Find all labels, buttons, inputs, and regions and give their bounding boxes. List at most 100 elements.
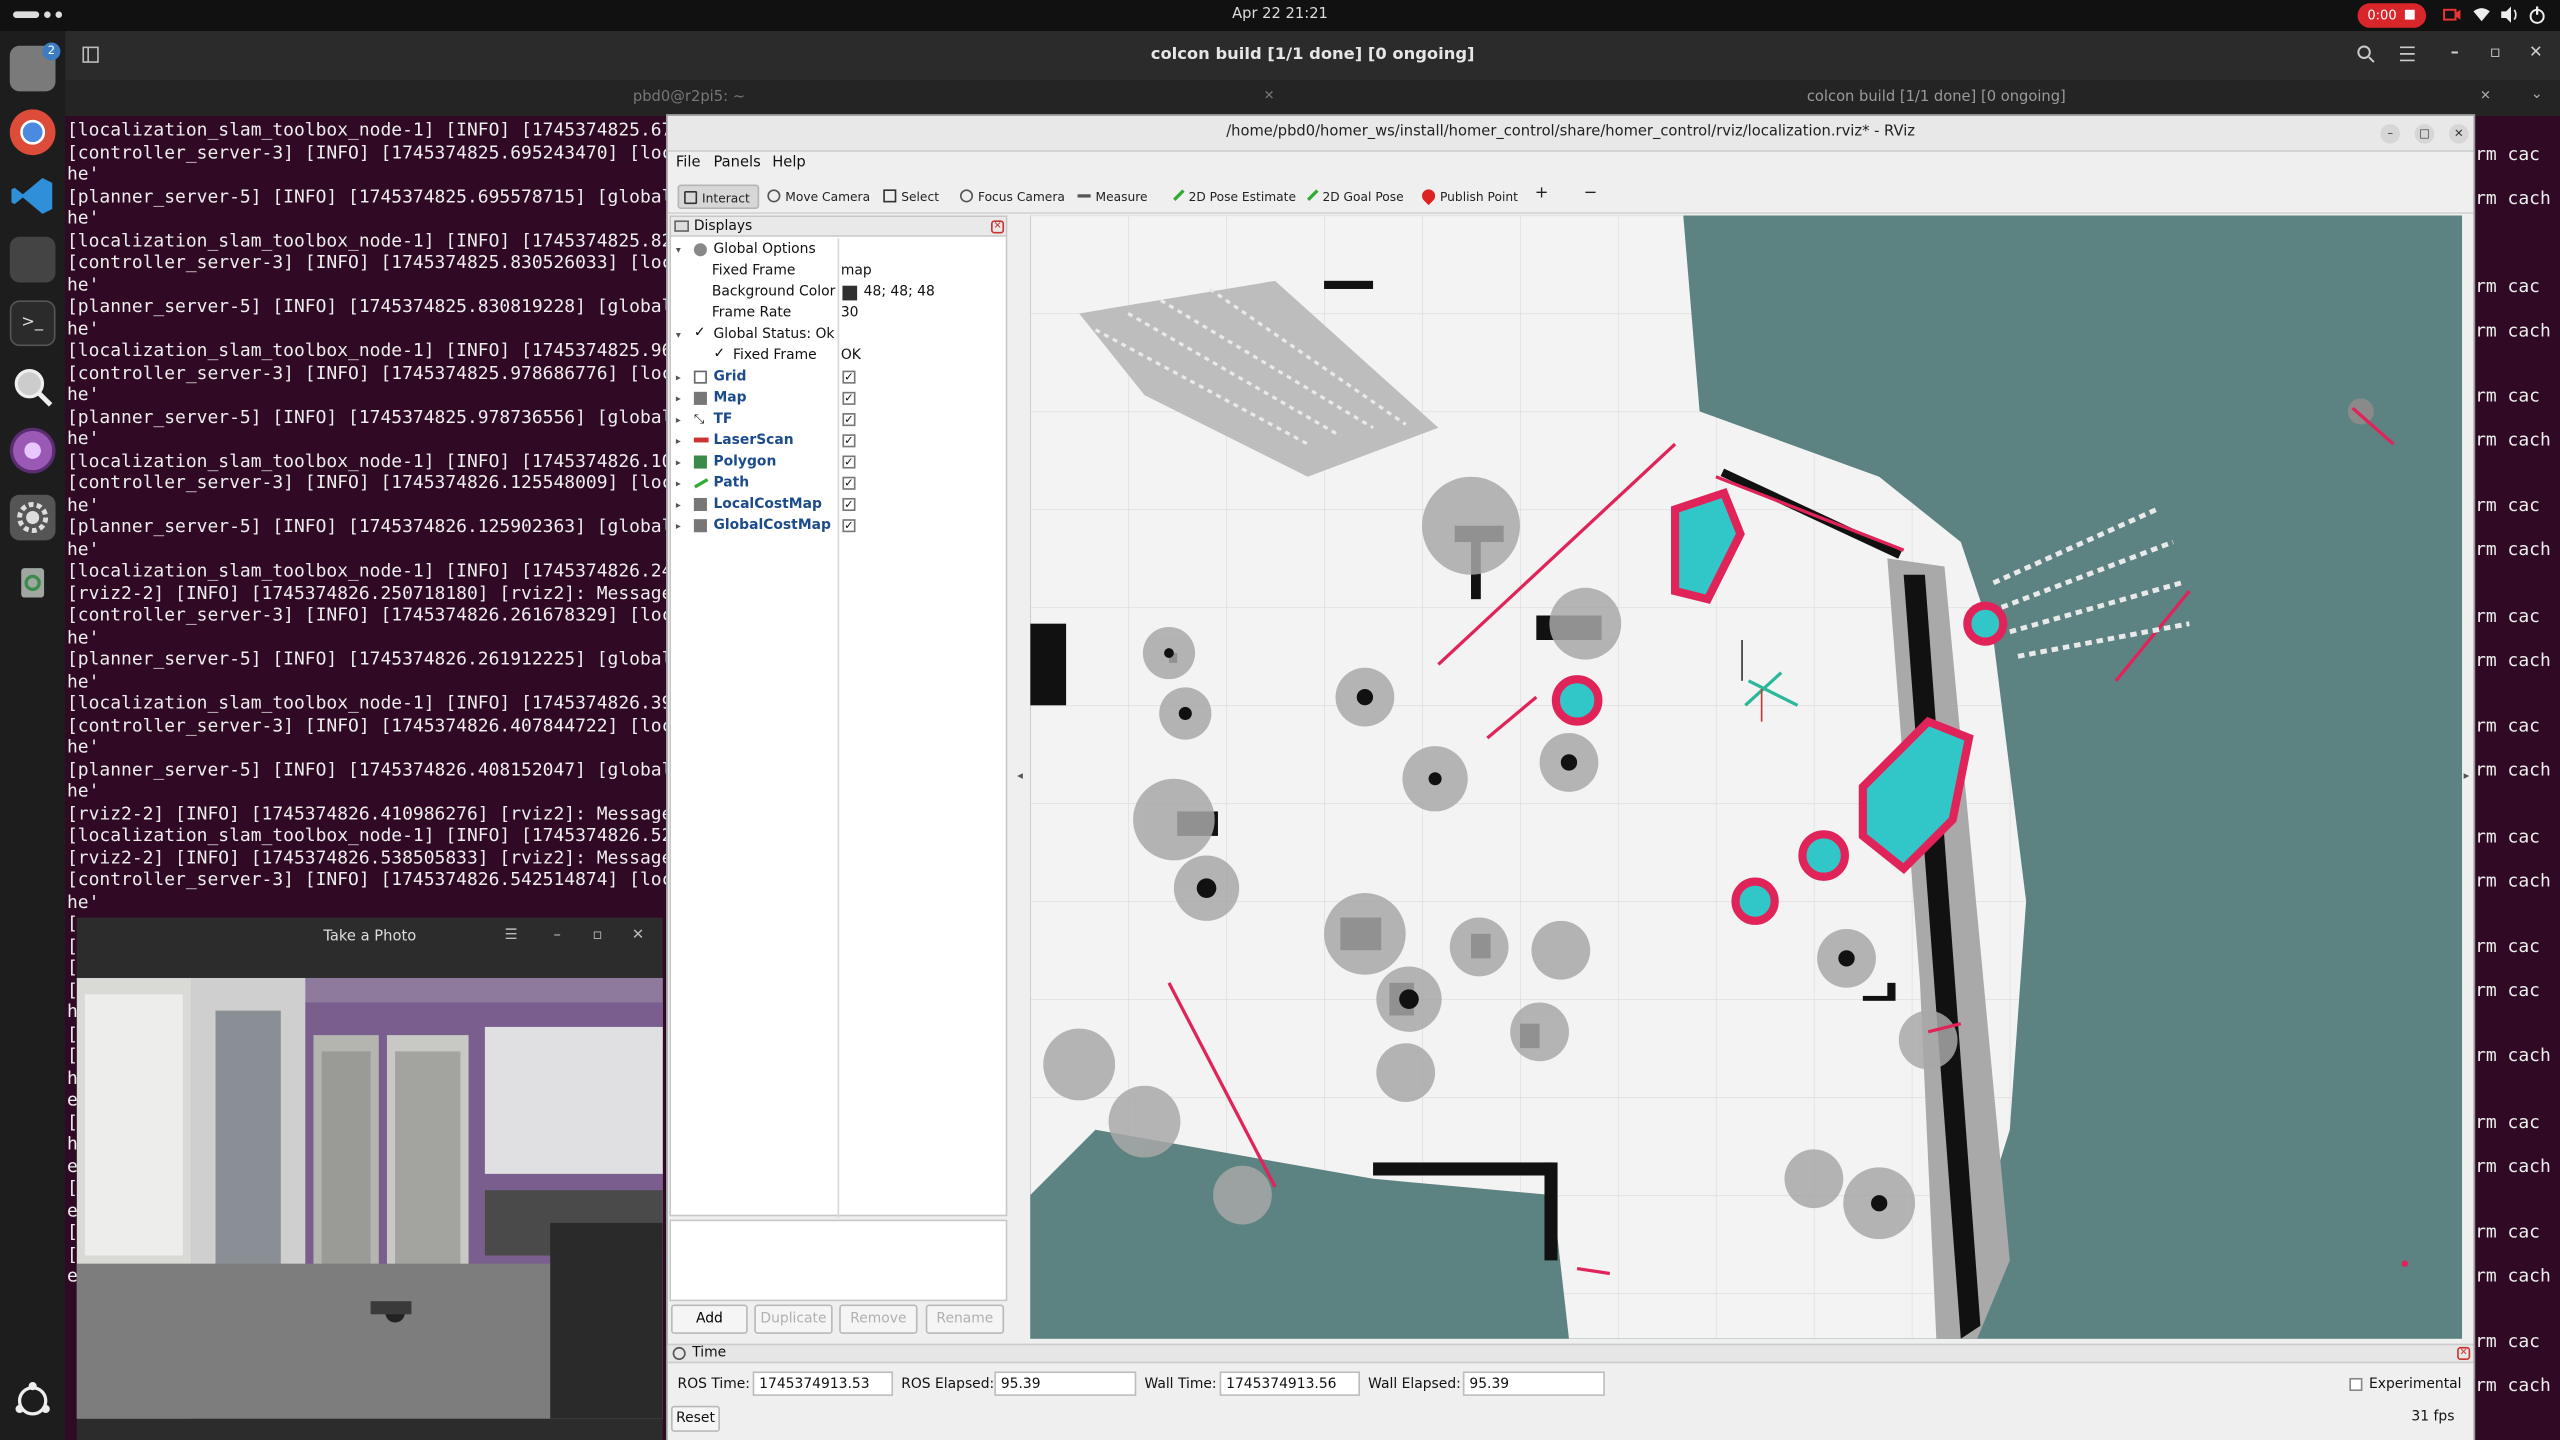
maximize-icon[interactable]: □ bbox=[2414, 124, 2435, 144]
add-button[interactable]: Add bbox=[671, 1304, 748, 1334]
display-tf[interactable]: ▸ ⤡ TF ✓ bbox=[671, 410, 1006, 431]
screen-record-indicator[interactable]: 0:00 bbox=[2357, 3, 2427, 28]
trash-icon[interactable] bbox=[10, 558, 56, 604]
wall-elapsed-field[interactable]: 95.39 bbox=[1462, 1371, 1605, 1396]
maximize-icon[interactable]: ▫ bbox=[593, 927, 603, 943]
move-icon bbox=[767, 189, 781, 203]
search-icon[interactable] bbox=[10, 364, 56, 410]
volume-icon[interactable] bbox=[2500, 5, 2520, 25]
tree-background-color[interactable]: Background Color 48; 48; 48 bbox=[671, 282, 1006, 303]
display-label: Path bbox=[713, 475, 750, 492]
tool-focus-camera[interactable]: Focus Camera bbox=[955, 184, 1070, 208]
tool-select[interactable]: Select bbox=[878, 184, 944, 208]
terminal-line: rm cach bbox=[2475, 1044, 2551, 1067]
ros-elapsed-field[interactable]: 95.39 bbox=[994, 1371, 1137, 1396]
menu-help[interactable]: Help bbox=[772, 155, 806, 171]
minimize-icon[interactable]: – bbox=[553, 927, 560, 943]
enable-checkbox[interactable]: ✓ bbox=[842, 455, 856, 469]
close-icon[interactable]: ✕ bbox=[2448, 124, 2469, 144]
close-panel-icon[interactable]: ✕ bbox=[991, 220, 1005, 234]
camera-preview bbox=[76, 977, 663, 1419]
color-swatch[interactable] bbox=[842, 285, 858, 301]
rviz-titlebar: /home/pbd0/homer_ws/install/homer_contro… bbox=[667, 115, 2474, 152]
remove-tool-icon[interactable]: − bbox=[1584, 184, 1598, 202]
menu-file[interactable]: File bbox=[676, 155, 701, 171]
camera-icon[interactable] bbox=[2442, 5, 2462, 25]
reset-button[interactable]: Reset bbox=[671, 1405, 720, 1432]
menu-icon[interactable]: ☰ bbox=[504, 927, 517, 943]
enable-checkbox[interactable]: ✓ bbox=[842, 519, 856, 533]
tab-ssh[interactable]: pbd0@r2pi5: ~ bbox=[65, 90, 1312, 106]
cursor-icon bbox=[684, 191, 698, 205]
enable-checkbox[interactable]: ✓ bbox=[842, 413, 856, 427]
close-tab-icon[interactable]: ✕ bbox=[2480, 88, 2491, 103]
tool-measure[interactable]: Measure bbox=[1073, 184, 1153, 208]
show-apps-icon[interactable] bbox=[10, 1378, 56, 1424]
terminal-line: [planner_server-5] [INFO] [1745374826.40… bbox=[66, 758, 672, 780]
tree-fixed-frame[interactable]: Fixed Frame map bbox=[671, 261, 1006, 282]
app-icon[interactable] bbox=[9, 236, 56, 283]
global-options-label: Global Options bbox=[713, 241, 816, 258]
display-path[interactable]: ▸ Path ✓ bbox=[671, 473, 1006, 494]
enable-checkbox[interactable]: ✓ bbox=[842, 476, 856, 490]
tree-global-status[interactable]: ▾ ✓ Global Status: Ok bbox=[671, 325, 1006, 346]
experimental-checkbox[interactable] bbox=[2349, 1377, 2363, 1392]
frame-rate-value[interactable]: 30 bbox=[841, 305, 859, 321]
collapse-left-icon[interactable]: ◂ bbox=[1017, 769, 1023, 782]
add-tool-icon[interactable]: + bbox=[1535, 184, 1549, 202]
3d-viewport[interactable] bbox=[1030, 215, 2463, 1339]
display-map[interactable]: ▸ Map ✓ bbox=[671, 389, 1006, 410]
rename-button[interactable]: Rename bbox=[925, 1304, 1005, 1334]
minimize-icon[interactable]: – bbox=[2380, 124, 2400, 144]
ros-time-field[interactable]: 1745374913.53 bbox=[752, 1371, 894, 1396]
tab-list-icon[interactable]: ⌄ bbox=[2531, 87, 2543, 103]
maximize-icon[interactable]: ▫ bbox=[2490, 44, 2501, 62]
wall-time-field[interactable]: 1745374913.56 bbox=[1219, 1371, 1360, 1396]
tool-move-camera[interactable]: Move Camera bbox=[762, 184, 875, 208]
display-grid[interactable]: ▸ Grid ✓ bbox=[671, 367, 1006, 388]
close-icon[interactable]: ✕ bbox=[632, 927, 644, 943]
map-icon bbox=[693, 519, 707, 533]
display-laserscan[interactable]: ▸ LaserScan ✓ bbox=[671, 431, 1006, 452]
menu-panels[interactable]: Panels bbox=[713, 155, 760, 171]
enable-checkbox[interactable]: ✓ bbox=[842, 434, 856, 448]
collapse-right-icon[interactable]: ▸ bbox=[2464, 769, 2470, 782]
minimize-icon[interactable]: – bbox=[2451, 44, 2459, 62]
close-tab-icon[interactable]: ✕ bbox=[1264, 88, 1275, 103]
tree-status-fixed-frame[interactable]: ✓ Fixed Frame OK bbox=[671, 346, 1006, 367]
terminal-icon[interactable]: >_ bbox=[9, 300, 56, 347]
chrome-icon[interactable] bbox=[9, 109, 56, 156]
wifi-icon[interactable] bbox=[2472, 5, 2492, 25]
tree-global-options[interactable]: ▾ Global Options bbox=[671, 240, 1006, 261]
fixed-frame-value[interactable]: map bbox=[841, 263, 872, 279]
time-title: Time bbox=[692, 1345, 727, 1362]
cheese-camera-icon[interactable] bbox=[9, 427, 56, 474]
tool-2d-pose-estimate[interactable]: 2D Pose Estimate bbox=[1166, 184, 1301, 208]
tool-2d-goal-pose[interactable]: 2D Goal Pose bbox=[1300, 184, 1409, 208]
tool-interact[interactable]: Interact bbox=[677, 184, 760, 209]
tree-frame-rate[interactable]: Frame Rate 30 bbox=[671, 304, 1006, 325]
display-globalcostmap[interactable]: ▸ GlobalCostMap ✓ bbox=[671, 516, 1006, 537]
hamburger-menu-icon[interactable] bbox=[2398, 46, 2416, 62]
tab-colcon[interactable]: colcon build [1/1 done] [0 ongoing] bbox=[1313, 90, 2560, 106]
power-icon[interactable] bbox=[2527, 5, 2547, 25]
duplicate-button[interactable]: Duplicate bbox=[754, 1304, 833, 1334]
take-photo-window[interactable]: Take a Photo ☰ – ▫ ✕ bbox=[76, 917, 663, 1440]
enable-checkbox[interactable]: ✓ bbox=[842, 497, 856, 512]
rviz-window[interactable]: /home/pbd0/homer_ws/install/homer_contro… bbox=[666, 114, 2476, 1440]
display-polygon[interactable]: ▸ Polygon ✓ bbox=[671, 452, 1006, 473]
tool-publish-point[interactable]: Publish Point bbox=[1417, 184, 1523, 208]
close-panel-icon[interactable]: ✕ bbox=[2457, 1346, 2471, 1360]
terminal-line: [controller_server-3] [INFO] [1745374825… bbox=[66, 251, 672, 273]
enable-checkbox[interactable]: ✓ bbox=[842, 391, 856, 405]
vscode-icon[interactable] bbox=[10, 173, 56, 219]
settings-icon[interactable] bbox=[9, 494, 56, 541]
search-icon[interactable] bbox=[2356, 44, 2376, 64]
close-icon[interactable]: ✕ bbox=[2529, 44, 2543, 62]
clock[interactable]: Apr 22 21:21 bbox=[0, 7, 2560, 23]
display-localcostmap[interactable]: ▸ LocalCostMap ✓ bbox=[671, 495, 1006, 516]
rviz-title: /home/pbd0/homer_ws/install/homer_contro… bbox=[1226, 124, 1915, 141]
bg-color-value[interactable]: 48; 48; 48 bbox=[864, 284, 935, 300]
enable-checkbox[interactable]: ✓ bbox=[842, 370, 856, 384]
remove-button[interactable]: Remove bbox=[839, 1304, 918, 1334]
